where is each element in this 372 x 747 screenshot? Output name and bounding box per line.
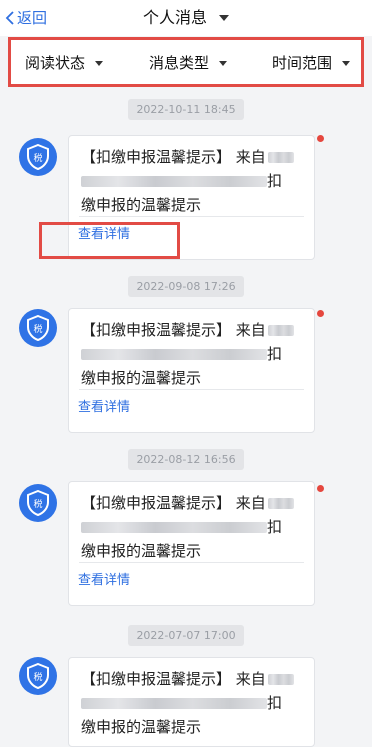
highlight-box xyxy=(39,222,180,259)
divider xyxy=(79,216,304,217)
message-card[interactable]: 【扣缴申报温馨提示】 来自 扣 缴申报的温馨提示 查看详情 xyxy=(68,481,315,606)
message-body: 【扣缴申报温馨提示】 来自 扣 缴申报的温馨提示 xyxy=(81,667,306,739)
redacted-text xyxy=(267,324,294,336)
message-line: 扣 xyxy=(267,171,283,190)
message-line: 缴申报的温馨提示 xyxy=(81,368,202,387)
redacted-text xyxy=(81,348,267,360)
message-line: 扣 xyxy=(267,344,283,363)
message-line: 缴申报的温馨提示 xyxy=(81,195,202,214)
unread-badge xyxy=(317,485,324,492)
page-title-dropdown[interactable]: 个人消息 xyxy=(143,8,230,28)
divider xyxy=(79,562,304,563)
message-body: 【扣缴申报温馨提示】 来自 扣 缴申报的温馨提示 xyxy=(81,318,306,390)
message-card[interactable]: 【扣缴申报温馨提示】 来自 扣 缴申报的温馨提示 xyxy=(68,657,315,747)
message-line: 扣 xyxy=(267,693,283,712)
unread-badge xyxy=(317,135,324,142)
message-timestamp: 2022-07-07 17:00 xyxy=(128,625,244,646)
filter-message-type[interactable]: 消息类型 xyxy=(149,53,228,73)
view-details-link[interactable]: 查看详情 xyxy=(78,399,130,417)
tax-shield-avatar-icon: 税 xyxy=(19,657,57,695)
filter-label: 阅读状态 xyxy=(25,54,86,72)
redacted-text xyxy=(267,673,294,685)
message-line: 扣 xyxy=(267,517,283,536)
tax-shield-avatar-icon: 税 xyxy=(19,138,57,176)
avatar-text: 税 xyxy=(33,323,42,335)
page-title: 个人消息 xyxy=(143,8,208,27)
message-line: 缴申报的温馨提示 xyxy=(81,541,202,560)
redacted-text xyxy=(81,697,267,709)
caret-down-icon xyxy=(219,15,230,21)
redacted-text xyxy=(267,151,294,163)
filter-time-range[interactable]: 时间范围 xyxy=(272,53,351,73)
tax-shield-avatar-icon: 税 xyxy=(19,484,57,522)
view-details-link[interactable]: 查看详情 xyxy=(78,572,130,590)
unread-badge xyxy=(317,310,324,317)
message-line: 【扣缴申报温馨提示】 来自 xyxy=(81,147,266,166)
avatar-text: 税 xyxy=(33,498,42,510)
chevron-left-icon xyxy=(5,11,14,25)
message-line: 【扣缴申报温馨提示】 来自 xyxy=(81,320,266,339)
message-timestamp: 2022-10-11 18:45 xyxy=(128,99,244,120)
caret-down-icon xyxy=(342,60,351,66)
redacted-text xyxy=(81,175,267,187)
avatar-text: 税 xyxy=(33,671,42,683)
message-card[interactable]: 【扣缴申报温馨提示】 来自 扣 缴申报的温馨提示 查看详情 xyxy=(68,308,315,433)
redacted-text xyxy=(81,521,267,533)
back-button[interactable]: 返回 xyxy=(4,8,47,28)
message-body: 【扣缴申报温馨提示】 来自 扣 缴申报的温馨提示 xyxy=(81,491,306,563)
redacted-text xyxy=(267,497,294,509)
message-line: 【扣缴申报温馨提示】 来自 xyxy=(81,669,266,688)
divider xyxy=(79,389,304,390)
filter-bar: 阅读状态 消息类型 时间范围 xyxy=(8,37,364,87)
avatar-text: 税 xyxy=(33,152,42,164)
tax-shield-avatar-icon: 税 xyxy=(19,309,57,347)
message-line: 缴申报的温馨提示 xyxy=(81,717,202,736)
message-timestamp: 2022-08-12 16:56 xyxy=(128,449,244,470)
message-timestamp: 2022-09-08 17:26 xyxy=(128,276,244,297)
back-label: 返回 xyxy=(17,9,48,27)
caret-down-icon xyxy=(219,60,228,66)
top-bar: 返回 个人消息 xyxy=(0,0,372,36)
message-line: 【扣缴申报温馨提示】 来自 xyxy=(81,493,266,512)
filter-read-status[interactable]: 阅读状态 xyxy=(25,53,104,73)
caret-down-icon xyxy=(95,60,104,66)
filter-label: 消息类型 xyxy=(149,54,210,72)
filter-label: 时间范围 xyxy=(272,54,333,72)
message-body: 【扣缴申报温馨提示】 来自 扣 缴申报的温馨提示 xyxy=(81,145,306,217)
